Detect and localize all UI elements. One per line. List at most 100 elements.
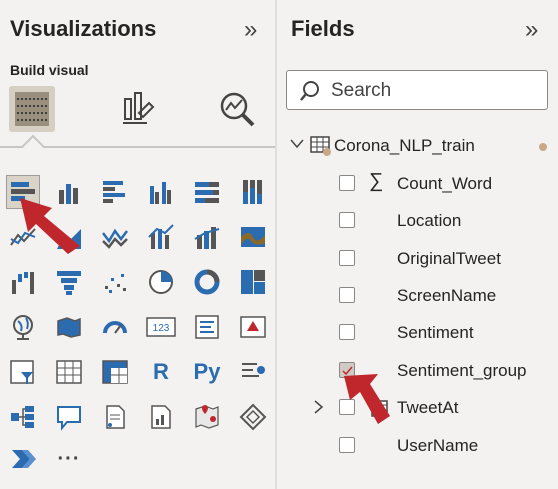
more-visuals-button[interactable]: ··· — [52, 442, 86, 476]
stacked-area-icon — [102, 228, 128, 249]
table-icon — [310, 136, 331, 156]
decomposition-tree-icon — [11, 406, 34, 428]
slicer-visual[interactable] — [6, 355, 40, 389]
chevron-down-icon — [290, 139, 304, 149]
smart-narrative-visual[interactable] — [98, 400, 132, 434]
table-visual[interactable] — [52, 355, 86, 389]
field-row[interactable]: UserName — [337, 430, 552, 460]
key-influencers-visual[interactable] — [236, 355, 270, 389]
paginated-report-icon — [151, 405, 171, 429]
100-stacked-column-visual[interactable] — [236, 175, 270, 209]
decomposition-tree-visual[interactable] — [6, 400, 40, 434]
treemap-icon — [241, 270, 265, 294]
format-visual-tab[interactable] — [114, 86, 160, 132]
line-stacked-column-visual[interactable] — [190, 220, 224, 254]
donut-chart-visual[interactable] — [190, 265, 224, 299]
sigma-icon: ∑ — [369, 170, 384, 192]
field-row[interactable]: ∑ Count_Word — [337, 168, 552, 198]
field-label: OriginalTweet — [397, 249, 501, 268]
annotation-arrow-visual — [20, 198, 80, 254]
scatter-chart-visual[interactable] — [98, 265, 132, 299]
line-clustered-column-visual[interactable] — [144, 220, 178, 254]
ellipsis-icon: ··· — [57, 447, 81, 470]
multi-row-card-visual[interactable] — [190, 310, 224, 344]
ribbon-chart-icon — [241, 227, 265, 247]
table-options-icon[interactable] — [536, 140, 550, 154]
build-visual-tab[interactable] — [9, 86, 55, 132]
field-checkbox[interactable] — [339, 324, 355, 340]
filled-map-visual[interactable] — [52, 310, 86, 344]
table-icon — [56, 360, 82, 384]
visualizations-pane: Visualizations » Build visual 123 R Py ·… — [0, 0, 275, 489]
r-script-icon: R — [153, 359, 169, 384]
kpi-visual[interactable] — [236, 310, 270, 344]
azure-map-icon — [195, 405, 219, 429]
power-apps-icon — [239, 403, 267, 431]
fields-title: Fields — [291, 16, 355, 41]
slicer-icon — [10, 360, 34, 384]
map-visual[interactable] — [6, 310, 40, 344]
clustered-column-icon — [150, 182, 171, 204]
annotation-arrow-field — [344, 374, 390, 424]
pie-chart-icon — [149, 270, 173, 294]
funnel-chart-visual[interactable] — [52, 265, 86, 299]
collapse-fields-button[interactable]: » — [525, 16, 538, 44]
field-checkbox[interactable] — [339, 250, 355, 266]
treemap-visual[interactable] — [236, 265, 270, 299]
funnel-icon — [57, 271, 81, 295]
card-visual[interactable]: 123 — [144, 310, 178, 344]
build-visual-label: Build visual — [10, 62, 89, 78]
full-stacked-bar-icon — [195, 182, 219, 203]
filled-map-icon — [57, 317, 81, 338]
field-row[interactable]: Sentiment — [337, 317, 552, 347]
azure-map-visual[interactable] — [190, 400, 224, 434]
field-label: ScreenName — [397, 286, 497, 305]
card-icon-text: 123 — [153, 323, 170, 334]
field-label: UserName — [397, 436, 479, 455]
build-visual-icon — [15, 92, 49, 126]
field-label: TweetAt — [397, 398, 459, 417]
matrix-visual[interactable] — [98, 355, 132, 389]
visualizations-title: Visualizations — [10, 16, 157, 41]
python-visual[interactable]: Py — [190, 355, 224, 389]
ribbon-chart-visual[interactable] — [236, 220, 270, 254]
collapse-visualizations-button[interactable]: » — [244, 16, 257, 44]
field-checkbox[interactable] — [339, 175, 355, 191]
search-icon — [300, 81, 319, 101]
chevron-right-icon[interactable] — [312, 400, 324, 414]
qa-visual[interactable] — [52, 400, 86, 434]
field-label: Count_Word — [397, 174, 493, 193]
field-checkbox[interactable] — [339, 212, 355, 228]
line-stacked-column-icon — [194, 227, 220, 249]
waterfall-icon — [12, 272, 34, 294]
clustered-column-chart-visual[interactable] — [144, 175, 178, 209]
format-paintbrush-icon — [123, 92, 155, 124]
fields-search-input[interactable]: Search — [286, 70, 548, 110]
field-row[interactable]: ScreenName — [337, 280, 552, 310]
kpi-icon — [240, 316, 266, 338]
field-row[interactable]: Location — [337, 205, 552, 235]
r-script-visual[interactable]: R — [144, 355, 178, 389]
power-automate-visual[interactable] — [6, 442, 40, 476]
clustered-bar-icon — [103, 181, 125, 203]
smart-narrative-icon — [106, 405, 125, 429]
table-node-corona-nlp-train[interactable]: Corona_NLP_train — [290, 130, 550, 160]
power-automate-icon — [12, 450, 36, 468]
field-checkbox[interactable] — [339, 287, 355, 303]
card-icon: 123 — [146, 317, 176, 337]
field-label: Location — [397, 211, 462, 230]
waterfall-chart-visual[interactable] — [6, 265, 40, 299]
globe-icon — [13, 315, 33, 340]
100-stacked-bar-visual[interactable] — [190, 175, 224, 209]
power-apps-visual[interactable] — [236, 400, 270, 434]
gauge-visual[interactable] — [98, 310, 132, 344]
pie-chart-visual[interactable] — [144, 265, 178, 299]
analytics-tab[interactable] — [214, 86, 260, 132]
field-label: Sentiment — [397, 323, 474, 342]
stacked-area-chart-visual[interactable] — [98, 220, 132, 254]
clustered-bar-chart-visual[interactable] — [98, 175, 132, 209]
field-checkbox[interactable] — [339, 437, 355, 453]
field-row[interactable]: OriginalTweet — [337, 243, 552, 273]
paginated-report-visual[interactable] — [144, 400, 178, 434]
matrix-icon — [102, 360, 128, 384]
